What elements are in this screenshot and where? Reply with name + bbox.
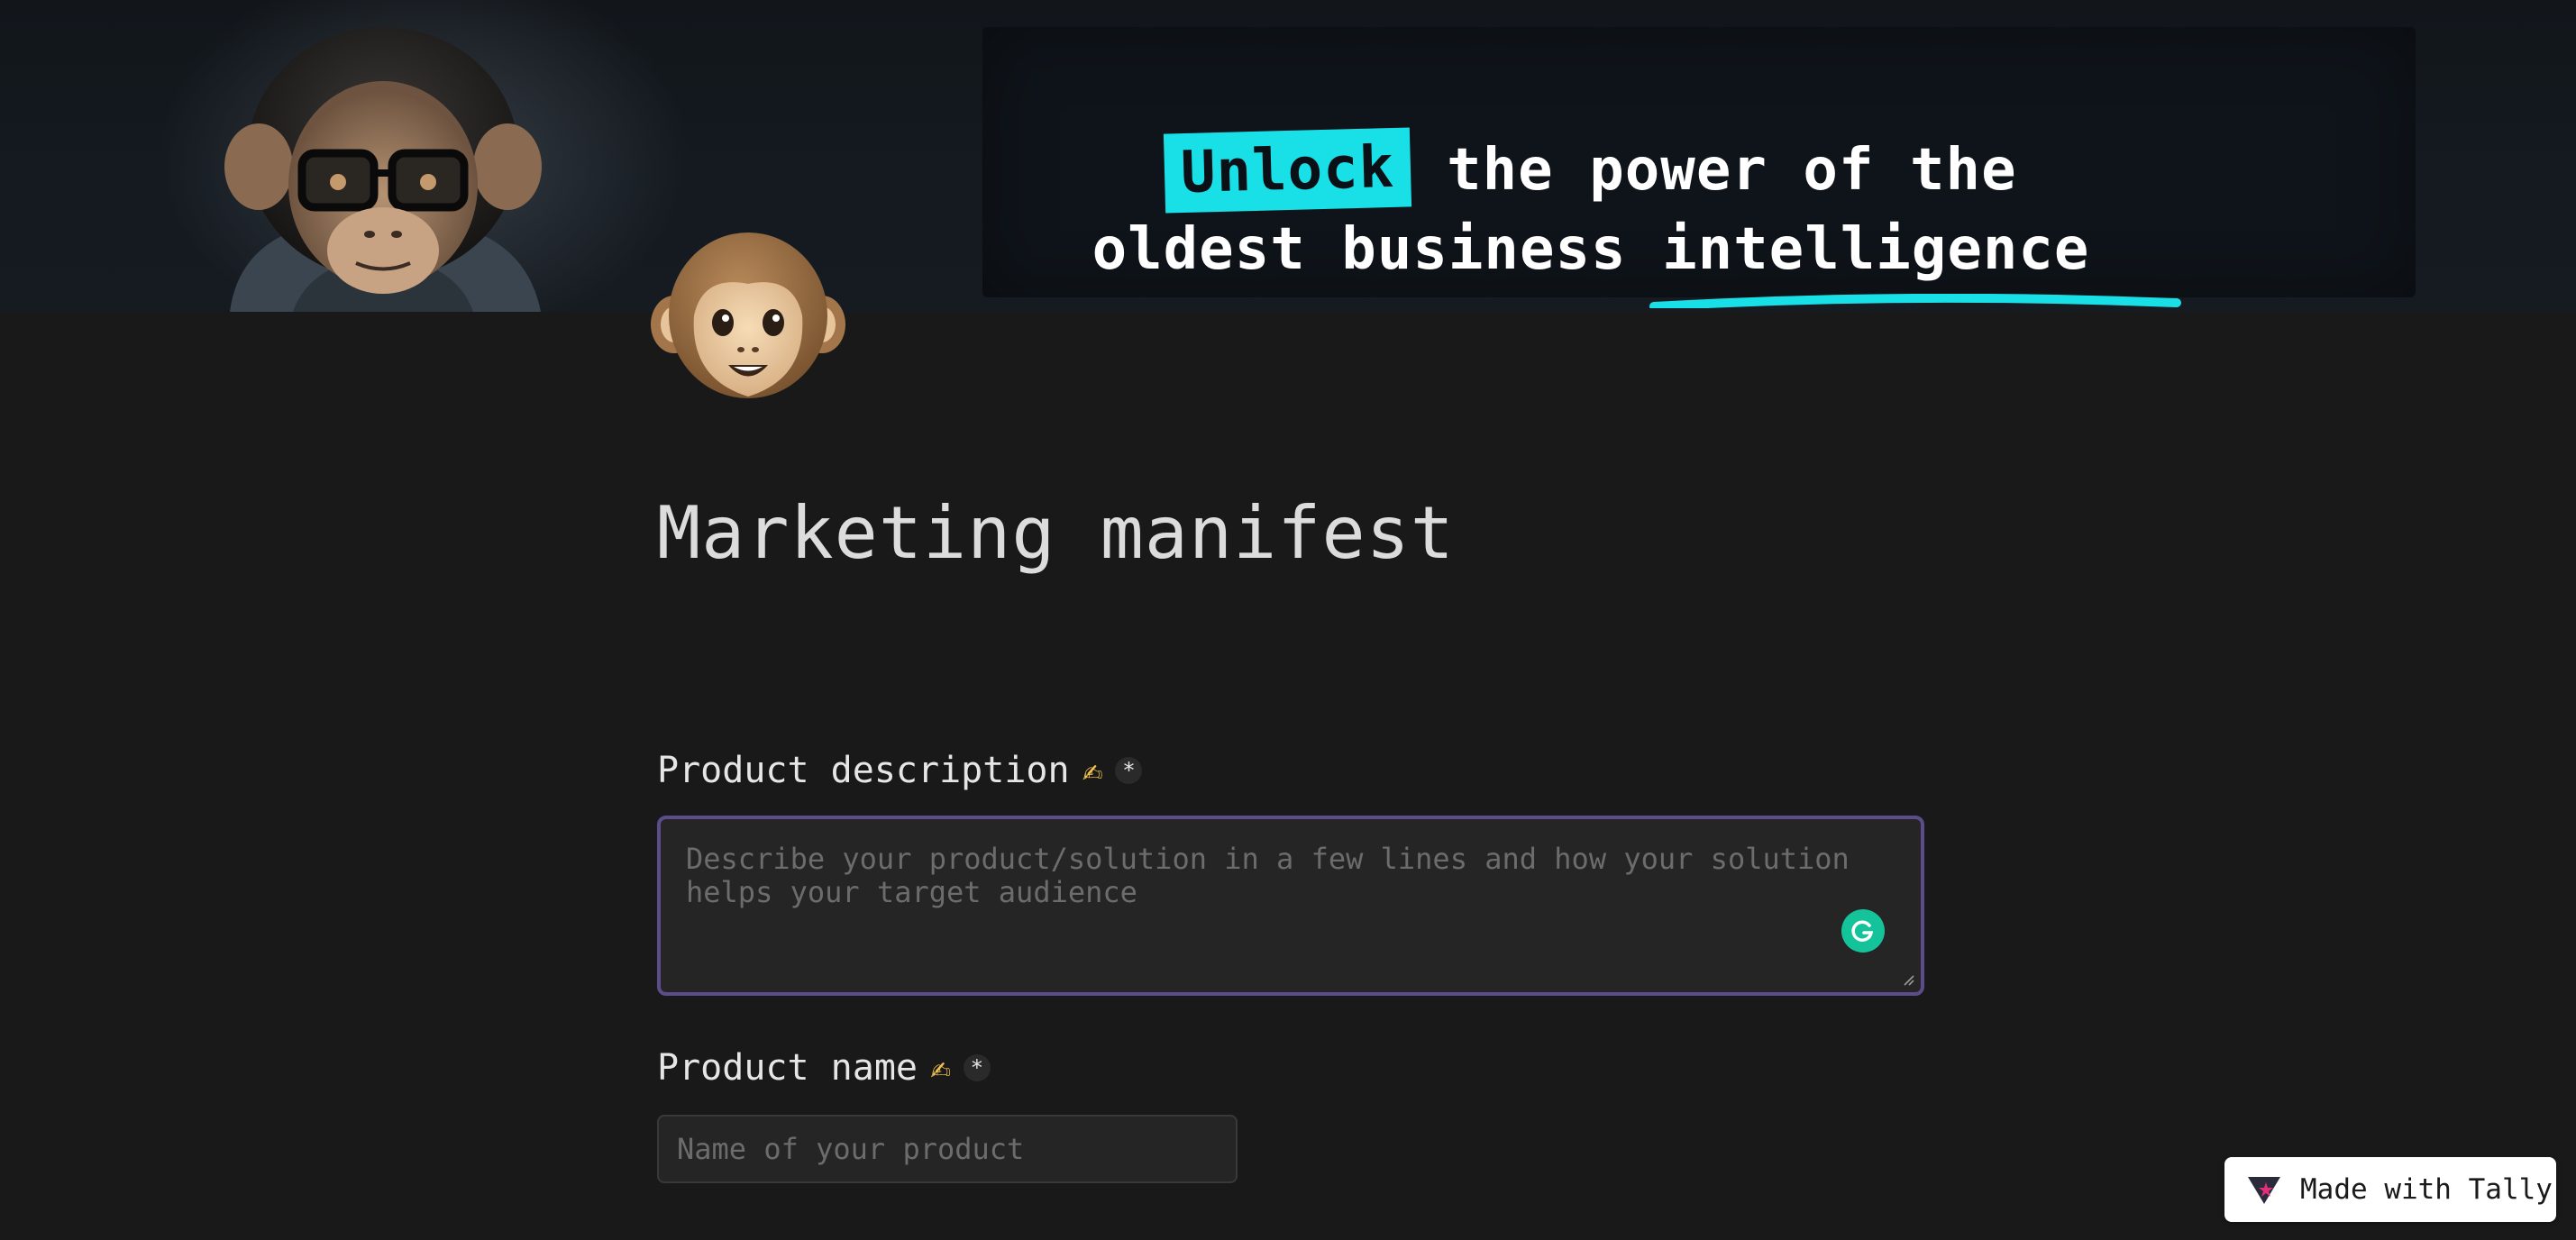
product-description-textarea[interactable]: [666, 825, 1915, 987]
headline-line1: the power of the: [1411, 137, 2017, 204]
question-label-product-description: Product description ✍ *: [657, 750, 1143, 791]
monkey-avatar-icon: [651, 232, 845, 398]
question-label-product-name: Product name ✍ *: [657, 1047, 991, 1089]
headline-highlight: Unlock: [1164, 127, 1412, 214]
resize-handle-icon[interactable]: [1901, 972, 1915, 987]
header-banner: Unlock the power of the oldest business …: [0, 0, 2576, 312]
writing-hand-icon: ✍: [1082, 751, 1103, 790]
badge-label: Made with Tally: [2300, 1173, 2553, 1206]
required-marker: *: [1115, 757, 1143, 784]
product-name-input[interactable]: [657, 1115, 1238, 1183]
writing-hand-icon: ✍: [929, 1048, 951, 1088]
headline-line2: oldest business intelligence: [1092, 216, 2090, 283]
chimpanzee-illustration: [224, 27, 542, 312]
question-label-text: Product description: [657, 750, 1070, 791]
page-title: Marketing manifest: [657, 491, 1455, 575]
product-description-field-wrapper: [657, 816, 1924, 996]
made-with-tally-badge[interactable]: Made with Tally: [2224, 1157, 2556, 1222]
banner-headline: Unlock the power of the oldest business …: [1028, 127, 2154, 289]
required-marker: *: [963, 1054, 991, 1081]
headline-underline-stroke: [1649, 294, 2181, 308]
tally-logo-icon: [2248, 1177, 2280, 1204]
grammarly-g-icon: [1851, 920, 1874, 942]
question-label-text: Product name: [657, 1047, 918, 1089]
grammarly-icon[interactable]: [1841, 909, 1885, 953]
